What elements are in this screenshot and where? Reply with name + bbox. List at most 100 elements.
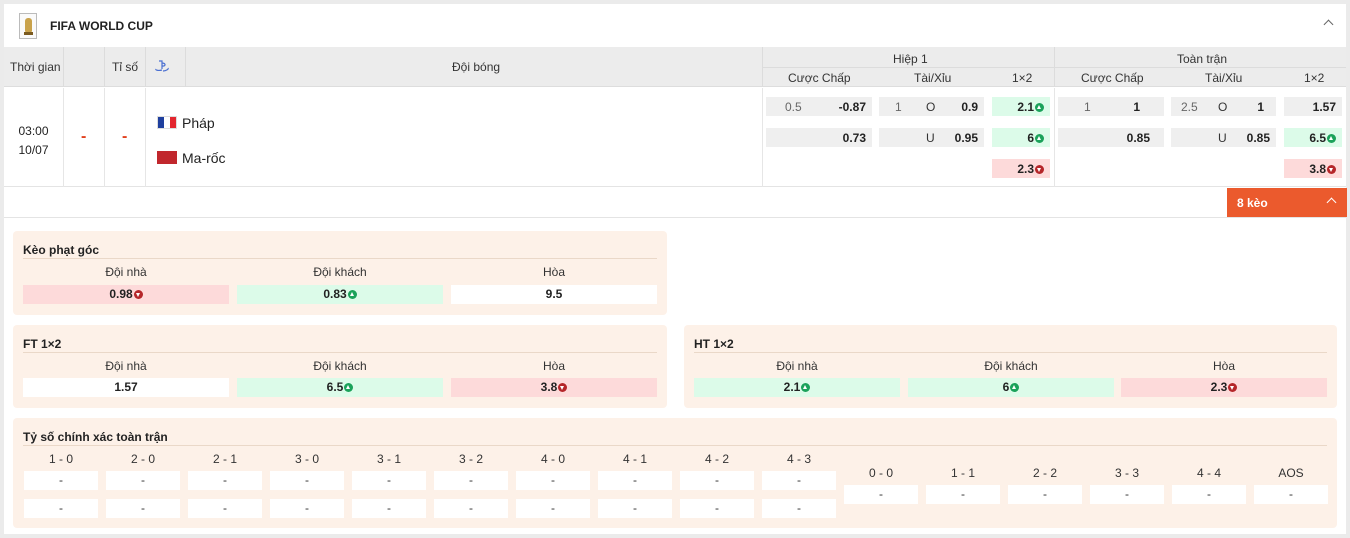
score-odd[interactable]: - — [106, 499, 180, 518]
arrow-up-icon — [347, 290, 357, 299]
score-odd[interactable]: - — [352, 499, 426, 518]
ht-draw-odd[interactable]: 2.3 — [1121, 378, 1327, 397]
score-odd[interactable]: - — [762, 499, 836, 518]
chevron-up-icon[interactable] — [1324, 18, 1334, 28]
h1-handicap-away[interactable]: 0.73 — [766, 128, 872, 147]
arrow-up-icon — [1035, 134, 1044, 143]
col-ft-handicap: Cược Chấp — [1081, 71, 1144, 85]
h1-handicap-home[interactable]: 0.5 -0.87 — [766, 97, 872, 116]
draw-score-odd[interactable]: - — [1172, 485, 1246, 504]
draw-score-label: 0 - 0 — [868, 466, 893, 480]
score-label: 4 - 2 — [704, 452, 729, 466]
arrow-up-icon — [1035, 103, 1044, 112]
score-label: 2 - 0 — [130, 452, 155, 466]
score-odd[interactable]: - — [106, 471, 180, 490]
exact-score-panel: Tỷ số chính xác toàn trận 1 - 0--2 - 0--… — [13, 418, 1337, 528]
h1-1x2-draw[interactable]: 2.3 — [992, 159, 1050, 178]
score-odd[interactable]: - — [24, 471, 98, 490]
col-h1-handicap: Cược Chấp — [788, 71, 851, 85]
score-odd[interactable]: - — [680, 499, 754, 518]
arrow-up-icon — [344, 383, 354, 392]
score-odd[interactable]: - — [598, 471, 672, 490]
stream-icon[interactable] — [154, 59, 170, 76]
score-odd[interactable]: - — [762, 471, 836, 490]
score-odd[interactable]: - — [516, 471, 590, 490]
corner-title: Kèo phạt góc — [23, 243, 100, 257]
ft-1x2-draw[interactable]: 3.8 — [1284, 159, 1342, 178]
ft-home-odd[interactable]: 1.57 — [23, 378, 229, 397]
ht-home-odd[interactable]: 2.1 — [694, 378, 900, 397]
home-team[interactable]: Pháp — [182, 115, 215, 131]
score-label: 3 - 2 — [458, 452, 483, 466]
away-team[interactable]: Ma-rốc — [182, 150, 226, 166]
draw-score-odd[interactable]: - — [1090, 485, 1164, 504]
ft-1x2-away[interactable]: 6.5 — [1284, 128, 1342, 147]
draw-score-odd[interactable]: - — [926, 485, 1000, 504]
corner-panel: Kèo phạt góc Đội nhà Đội khách Hòa 0.98 … — [13, 231, 667, 315]
score-label: 1 - 0 — [48, 452, 73, 466]
corner-draw-odd[interactable]: 9.5 — [451, 285, 657, 304]
ft-over[interactable]: 2.5 O 1 — [1171, 97, 1276, 116]
draw-score-label: 4 - 4 — [1196, 466, 1221, 480]
league-header[interactable]: FIFA WORLD CUP — [4, 4, 1346, 47]
extra-markets: Kèo phạt góc Đội nhà Đội khách Hòa 0.98 … — [4, 217, 1346, 534]
exact-score-title: Tỷ số chính xác toàn trận — [23, 430, 168, 444]
ft-under[interactable]: U 0.85 — [1171, 128, 1276, 147]
ft-handicap-home[interactable]: 11 — [1058, 97, 1164, 116]
arrow-up-icon — [1327, 134, 1336, 143]
ft-1x2-title: FT 1×2 — [23, 337, 62, 351]
score-label: 3 - 1 — [376, 452, 401, 466]
corner-away-odd[interactable]: 0.83 — [237, 285, 443, 304]
col-h1-ou: Tài/Xỉu — [914, 71, 952, 85]
arrow-up-icon — [801, 383, 811, 392]
ft-1x2-panel: FT 1×2 Đội nhà Đội khách Hòa 1.57 6.5 3.… — [13, 325, 667, 408]
score-odd[interactable]: - — [24, 499, 98, 518]
score-label: 3 - 0 — [294, 452, 319, 466]
col-half1: Hiệp 1 — [893, 52, 928, 66]
flag-france-icon — [157, 116, 177, 129]
league-title: FIFA WORLD CUP — [50, 19, 153, 33]
chevron-up-icon — [1326, 197, 1337, 208]
h1-1x2-away[interactable]: 6 — [992, 128, 1050, 147]
ht-1x2-title: HT 1×2 — [694, 337, 734, 351]
ht-away-odd[interactable]: 6 — [908, 378, 1114, 397]
draw-score-label: 2 - 2 — [1032, 466, 1057, 480]
ft-1x2-home[interactable]: 1.57 — [1284, 97, 1342, 116]
h1-1x2-home[interactable]: 2.1 — [992, 97, 1050, 116]
table-header: Thời gian Tỉ số Đội bóng Hiệp 1 Cược Chấ… — [4, 47, 1346, 87]
col-ft-1x2: 1×2 — [1304, 71, 1325, 85]
score-odd[interactable]: - — [680, 471, 754, 490]
score-odd[interactable]: - — [434, 471, 508, 490]
score-odd[interactable]: - — [598, 499, 672, 518]
score-home: - — [81, 128, 87, 145]
trophy-icon — [19, 13, 37, 39]
arrow-down-icon — [1035, 165, 1044, 174]
draw-score-odd[interactable]: - — [844, 485, 918, 504]
score-odd[interactable]: - — [434, 499, 508, 518]
score-odd[interactable]: - — [352, 471, 426, 490]
score-odd[interactable]: - — [188, 499, 262, 518]
arrow-down-icon — [133, 290, 143, 299]
corner-home-odd[interactable]: 0.98 — [23, 285, 229, 304]
ft-away-odd[interactable]: 6.5 — [237, 378, 443, 397]
ft-draw-odd[interactable]: 3.8 — [451, 378, 657, 397]
score-label: 4 - 3 — [786, 452, 811, 466]
col-teams: Đội bóng — [452, 60, 501, 74]
draw-score-odd[interactable]: - — [1008, 485, 1082, 504]
draw-score-label: 1 - 1 — [950, 466, 975, 480]
h1-under[interactable]: U 0.95 — [879, 128, 984, 147]
draw-score-odd[interactable]: - — [1254, 485, 1328, 504]
score-odd[interactable]: - — [188, 471, 262, 490]
ft-handicap-away[interactable]: 0.85 — [1058, 128, 1164, 147]
score-odd[interactable]: - — [270, 471, 344, 490]
h1-over[interactable]: 1 O 0.9 — [879, 97, 984, 116]
score-odd[interactable]: - — [516, 499, 590, 518]
col-ft-ou: Tài/Xỉu — [1205, 71, 1243, 85]
match-row[interactable]: 03:00 10/07 - - Pháp Ma-rốc 0.5 -0.87 0.7… — [4, 88, 1346, 187]
arrow-down-icon — [1228, 383, 1238, 392]
score-odd[interactable]: - — [270, 499, 344, 518]
more-odds-button[interactable]: 8 kèo — [1227, 188, 1347, 217]
arrow-up-icon — [1010, 383, 1020, 392]
arrow-down-icon — [1327, 165, 1336, 174]
col-time: Thời gian — [10, 60, 61, 74]
